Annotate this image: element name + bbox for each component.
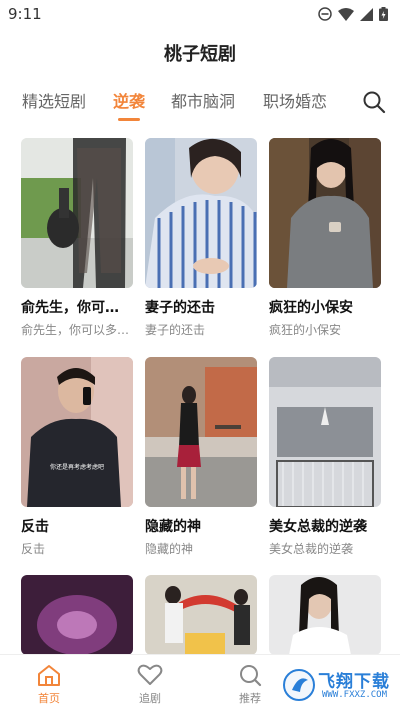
drama-card[interactable]: 疯狂的小保安 疯狂的小保安: [269, 138, 381, 338]
heart-icon: [137, 664, 163, 685]
tab-workplace-romance[interactable]: 职场婚恋: [263, 88, 327, 112]
thumbnail-image: [269, 357, 381, 507]
drama-title[interactable]: 美女总裁的逆袭: [269, 516, 381, 536]
nav-home-label: 首页: [38, 692, 60, 705]
drama-title[interactable]: 疯狂的小保安: [269, 297, 381, 317]
nav-follow-label: 追剧: [139, 692, 161, 705]
drama-title[interactable]: 俞先生，你可…: [21, 297, 133, 317]
drama-subtitle: 美女总裁的逆袭: [269, 542, 354, 556]
watermark-text: 飞翔下载: [318, 672, 390, 692]
drama-thumbnail[interactable]: [145, 575, 257, 655]
nav-home[interactable]: 首页: [19, 663, 79, 706]
watermark-logo-icon: [283, 669, 315, 701]
drama-subtitle: 俞先生，你可以多…: [21, 323, 130, 337]
tab-featured[interactable]: 精选短剧: [22, 88, 86, 112]
drama-card[interactable]: 隐藏的神 隐藏的神: [145, 357, 257, 557]
tab-urban-fantasy[interactable]: 都市脑洞: [171, 88, 235, 112]
drama-thumbnail[interactable]: [21, 138, 133, 288]
thumbnail-image: [269, 138, 381, 288]
status-bar: 9:11: [0, 0, 400, 28]
wifi-icon: [338, 7, 354, 21]
thumbnail-image: [145, 138, 257, 288]
drama-subtitle: 隐藏的神: [145, 542, 194, 556]
tab-comeback[interactable]: 逆袭: [113, 88, 145, 112]
drama-thumbnail[interactable]: [269, 357, 381, 507]
app-title: 桃子短剧: [164, 44, 236, 65]
signal-icon: [360, 7, 373, 21]
drama-card[interactable]: [21, 575, 133, 655]
drama-title[interactable]: 反击: [21, 516, 133, 536]
drama-title[interactable]: 隐藏的神: [145, 516, 257, 536]
status-icons: [318, 7, 388, 21]
battery-icon: [379, 7, 388, 21]
drama-thumbnail[interactable]: [145, 138, 257, 288]
nav-follow[interactable]: 追剧: [120, 663, 180, 706]
drama-thumbnail[interactable]: 你还是再考虑考虑吧: [21, 357, 133, 507]
nav-recommend[interactable]: 推荐: [220, 663, 280, 706]
drama-thumbnail[interactable]: [145, 357, 257, 507]
search-icon: [363, 91, 386, 114]
nav-recommend-label: 推荐: [239, 692, 261, 705]
watermark-url: WWW.FXXZ.COM: [322, 690, 388, 700]
thumbnail-image: [21, 357, 133, 507]
drama-subtitle: 反击: [21, 542, 46, 556]
drama-subtitle: 疯狂的小保安: [269, 323, 342, 337]
active-tab-indicator: [118, 118, 140, 121]
drama-card[interactable]: 美女总裁的逆袭 美女总裁的逆袭: [269, 357, 381, 557]
search-icon: [240, 665, 262, 687]
drama-title[interactable]: 妻子的还击: [145, 297, 257, 317]
category-tabs: 精选短剧 逆袭 都市脑洞 职场婚恋: [0, 88, 400, 121]
do-not-disturb-icon: [318, 7, 332, 21]
drama-thumbnail[interactable]: [269, 575, 381, 655]
drama-card[interactable]: [269, 575, 381, 655]
thumbnail-image: [269, 575, 381, 655]
drama-thumbnail[interactable]: [21, 575, 133, 655]
video-caption: 你还是再考虑考虑吧: [49, 464, 104, 471]
drama-subtitle: 妻子的还击: [145, 323, 206, 337]
thumbnail-image: [21, 138, 133, 288]
search-button[interactable]: [362, 90, 386, 114]
drama-card[interactable]: 你还是再考虑考虑吧 反击 反击: [21, 357, 133, 557]
drama-card[interactable]: 俞先生，你可… 俞先生，你可以多…: [21, 138, 133, 338]
drama-thumbnail[interactable]: [269, 138, 381, 288]
drama-card[interactable]: [145, 575, 257, 655]
watermark: 飞翔下载 WWW.FXXZ.COM: [282, 664, 394, 706]
drama-card[interactable]: 妻子的还击 妻子的还击: [145, 138, 257, 338]
thumbnail-image: [21, 575, 133, 655]
status-time: 9:11: [8, 5, 42, 23]
thumbnail-image: [145, 357, 257, 507]
home-icon: [38, 665, 60, 686]
thumbnail-image: [145, 575, 257, 655]
